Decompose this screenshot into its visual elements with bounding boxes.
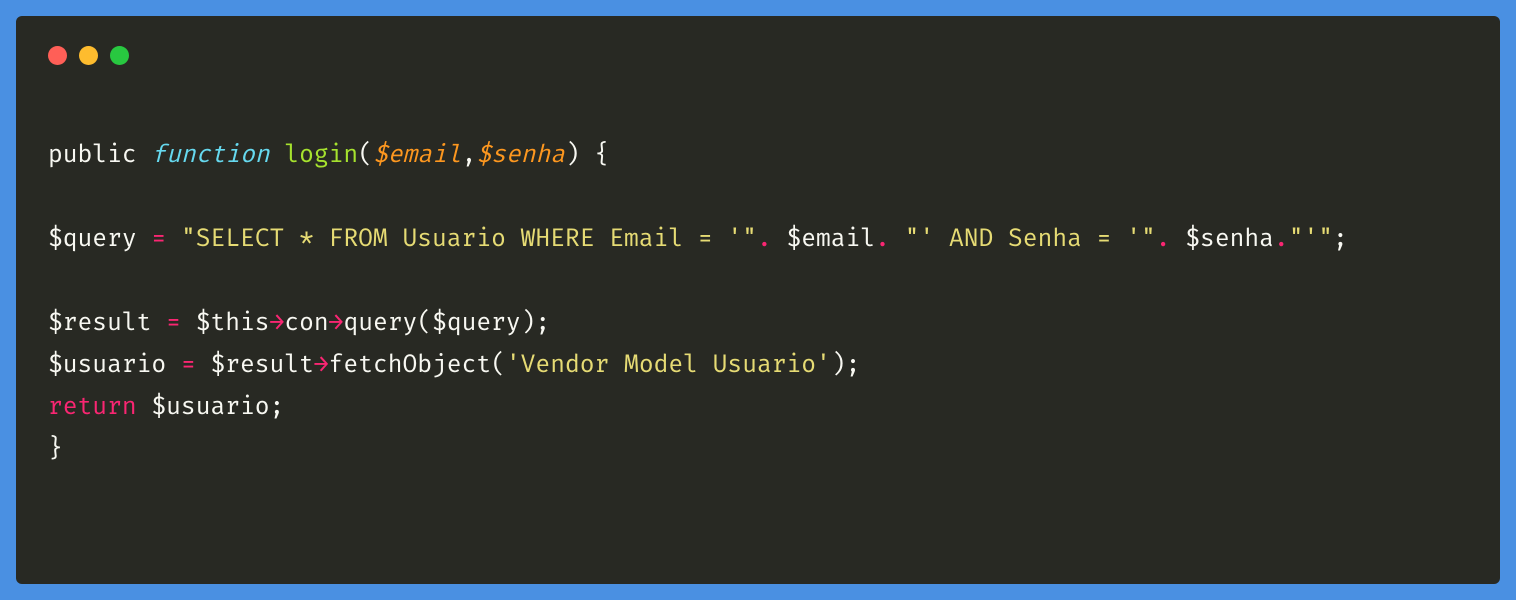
window-controls [48,46,1468,65]
code-window: public function login($email,$senha) { $… [16,16,1500,584]
code-token: = [151,225,181,254]
code-token: → [329,309,344,338]
code-line: $result = $this→con→query($query); [48,303,1468,345]
code-token: $email [373,141,462,170]
code-token: public [48,141,151,170]
code-token: login [284,141,358,170]
code-token: . [1156,225,1186,254]
code-token: = [181,351,211,380]
code-token: return [48,393,151,422]
code-token: $senha [1185,225,1274,254]
code-token: ; [1333,225,1348,254]
code-token: $senha [476,141,565,170]
code-token: , [462,141,477,170]
code-token: function [151,141,284,170]
code-token: fetchObject( [329,351,506,380]
code-token: → [314,351,329,380]
code-token: . [875,225,905,254]
code-token: $usuario [48,351,181,380]
code-token: . [1274,225,1289,254]
code-line: public function login($email,$senha) { [48,135,1468,177]
code-line: $usuario = $result→fetchObject('Vendor M… [48,345,1468,387]
minimize-icon[interactable] [79,46,98,65]
code-token: $result [48,309,166,338]
code-token: $query [48,225,151,254]
code-token: = [166,309,196,338]
code-token: ) { [565,141,609,170]
code-token: → [270,309,285,338]
code-token: query($query); [343,309,550,338]
close-icon[interactable] [48,46,67,65]
code-token: } [48,435,63,464]
code-token: $result [210,351,313,380]
code-token: $email [786,225,875,254]
code-token: 'Vendor Model Usuario' [506,351,831,380]
code-token: $this [196,309,270,338]
code-line [48,177,1468,219]
code-token: ( [358,141,373,170]
code-token: ); [831,351,861,380]
maximize-icon[interactable] [110,46,129,65]
code-token: "' AND Senha = '" [905,225,1156,254]
code-line: return $usuario; [48,387,1468,429]
code-token: . [757,225,787,254]
code-token: "'" [1289,225,1333,254]
code-token: con [284,309,328,338]
code-line: } [48,429,1468,471]
code-line [48,261,1468,303]
code-block: public function login($email,$senha) { $… [48,135,1468,471]
code-line: $query = "SELECT * FROM Usuario WHERE Em… [48,219,1468,261]
code-token: $usuario; [151,393,284,422]
code-token: "SELECT * FROM Usuario WHERE Email = '" [181,225,757,254]
